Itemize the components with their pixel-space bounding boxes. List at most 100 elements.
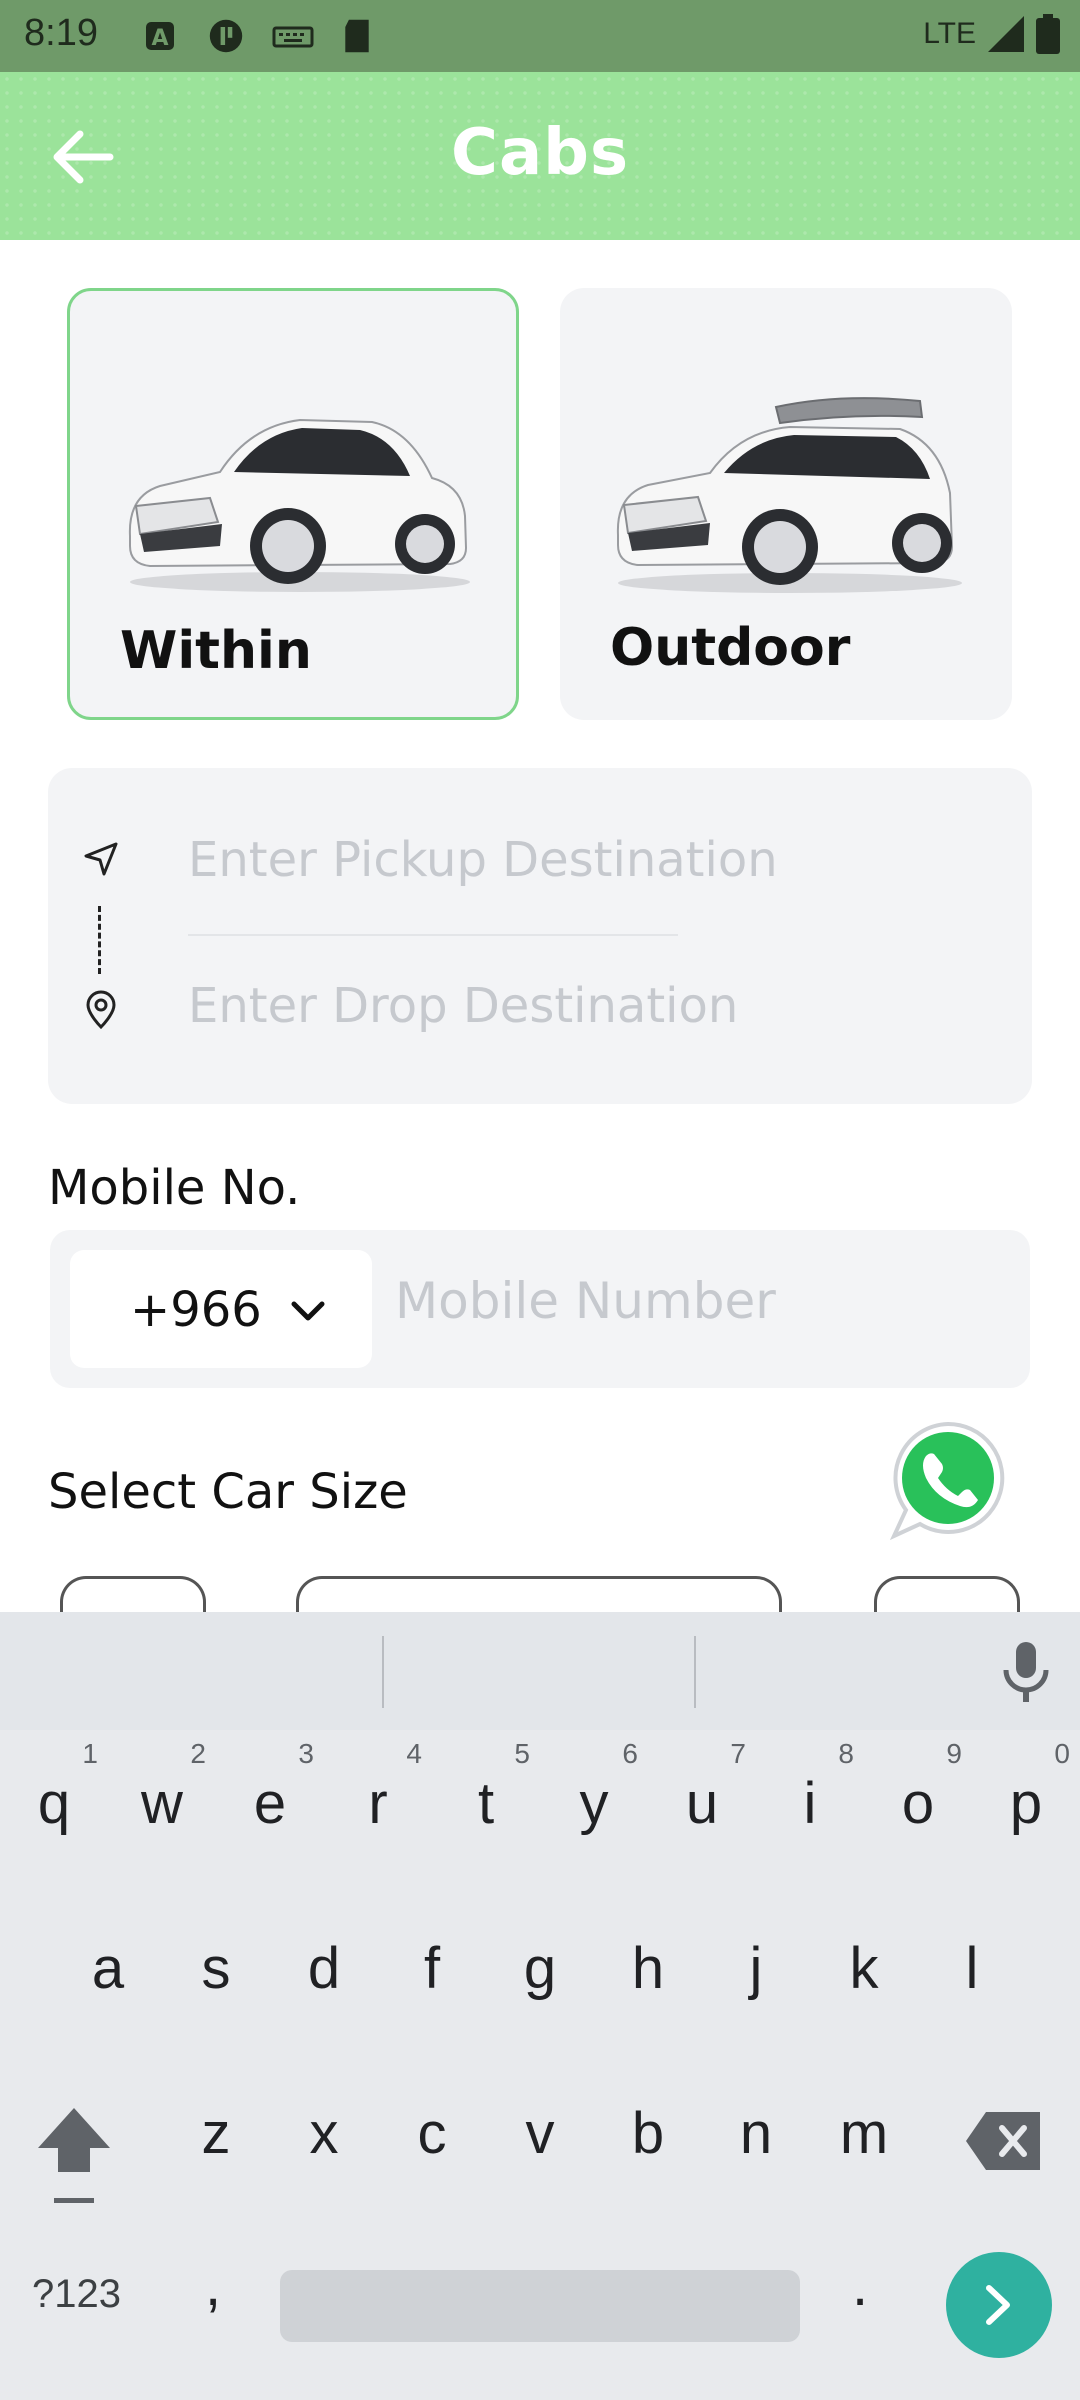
suggestion-divider [694,1636,696,1708]
status-bar: 8:19 A LTE [0,0,1080,72]
trip-type-label: Within [120,621,312,681]
mobile-number-input[interactable]: Mobile Number [395,1272,776,1330]
microphone-icon[interactable] [996,1640,1056,1704]
enter-key[interactable] [946,2252,1052,2358]
key-x[interactable]: x [270,2062,378,2212]
key-char: k [849,1936,879,2001]
drop-destination-input[interactable]: Enter Drop Destination [188,978,738,1034]
key-s[interactable]: s [162,1897,270,2047]
destination-divider [188,934,678,936]
key-char: m [839,2101,889,2166]
key-char: l [965,1936,979,2001]
key-hint-number: 1 [82,1738,98,1769]
backspace-icon[interactable] [964,2106,1044,2176]
key-char: c [417,2101,447,2166]
mobile-label: Mobile No. [48,1160,301,1216]
key-m[interactable]: m [810,2062,918,2212]
key-r[interactable]: r4 [324,1732,432,1882]
key-k[interactable]: k [810,1897,918,2047]
key-p[interactable]: p0 [972,1732,1080,1882]
svg-text:A: A [151,26,168,51]
key-o[interactable]: o9 [864,1732,972,1882]
symbols-key[interactable]: ?123 [32,2272,121,2317]
app-header: Cabs [0,72,1080,240]
sd-card-icon [345,19,369,53]
status-time: 8:19 [24,12,98,54]
key-z[interactable]: z [162,2062,270,2212]
key-hint-number: 3 [298,1738,314,1769]
key-char: n [739,2101,773,2166]
key-char: u [685,1771,719,1836]
key-h[interactable]: h [594,1897,702,2047]
suggestion-bar [0,1612,1080,1730]
battery-icon [1036,14,1060,54]
key-n[interactable]: n [702,2062,810,2212]
key-v[interactable]: v [486,2062,594,2212]
soft-keyboard: q1w2e3r4t5y6u7i8o9p0 asdfghjkl zxcvbnm ?… [0,1612,1080,2400]
chevron-down-icon [291,1301,325,1321]
key-char: y [579,1771,609,1836]
key-char: v [525,2101,555,2166]
key-q[interactable]: q1 [0,1732,108,1882]
chevron-right-icon [986,2285,1010,2325]
car-size-label: Select Car Size [48,1464,408,1520]
trip-type-outdoor-card[interactable]: Outdoor [560,288,1012,720]
route-dotted-line [98,906,101,974]
destination-box: Enter Pickup Destination Enter Drop Dest… [48,768,1032,1104]
key-hint-number: 9 [946,1738,962,1769]
shift-icon[interactable] [34,2102,114,2212]
key-char: b [631,2101,665,2166]
key-d[interactable]: d [270,1897,378,2047]
key-hint-number: 5 [514,1738,530,1769]
notification-app-icon: A [146,22,174,51]
whatsapp-icon[interactable] [886,1418,1010,1542]
key-char: x [309,2101,339,2166]
key-char: h [631,1936,665,2001]
keyboard-icon [272,26,314,48]
space-key[interactable] [280,2270,800,2342]
key-w[interactable]: w2 [108,1732,216,1882]
network-type: LTE [923,17,976,50]
comma-key[interactable]: , [205,2252,221,2319]
trip-type-within-card[interactable]: Within [67,288,519,720]
key-char: s [201,1936,231,2001]
key-b[interactable]: b [594,2062,702,2212]
key-g[interactable]: g [486,1897,594,2047]
key-j[interactable]: j [702,1897,810,2047]
key-hint-number: 4 [406,1738,422,1769]
signal-icon [988,16,1024,52]
key-char: w [141,1771,183,1836]
key-e[interactable]: e3 [216,1732,324,1882]
country-code-value: +966 [130,1282,262,1338]
navigation-arrow-icon [84,842,118,876]
key-hint-number: 2 [190,1738,206,1769]
station-wagon-car-image [616,397,962,593]
suggestion-divider [382,1636,384,1708]
key-char: a [91,1936,125,2001]
mobile-field-box: +966 Mobile Number [50,1230,1030,1388]
key-char: e [253,1771,287,1836]
key-char: r [368,1771,388,1836]
key-hint-number: 8 [838,1738,854,1769]
key-a[interactable]: a [54,1897,162,2047]
country-code-dropdown[interactable]: +966 [70,1250,372,1368]
key-y[interactable]: y6 [540,1732,648,1882]
key-u[interactable]: u7 [648,1732,756,1882]
key-char: g [523,1936,557,2001]
key-char: d [307,1936,341,2001]
location-pin-icon [86,990,116,1030]
trip-type-label: Outdoor [610,618,851,678]
key-c[interactable]: c [378,2062,486,2212]
key-char: q [37,1771,71,1836]
period-key[interactable]: . [852,2252,868,2319]
page-title: Cabs [450,116,630,190]
key-char: o [901,1771,935,1836]
key-f[interactable]: f [378,1897,486,2047]
key-l[interactable]: l [918,1897,1026,2047]
key-t[interactable]: t5 [432,1732,540,1882]
key-char: f [423,1936,441,2001]
pickup-destination-input[interactable]: Enter Pickup Destination [188,832,778,888]
sedan-car-image [128,418,470,592]
key-i[interactable]: i8 [756,1732,864,1882]
notification-app-icon-2 [209,19,243,53]
